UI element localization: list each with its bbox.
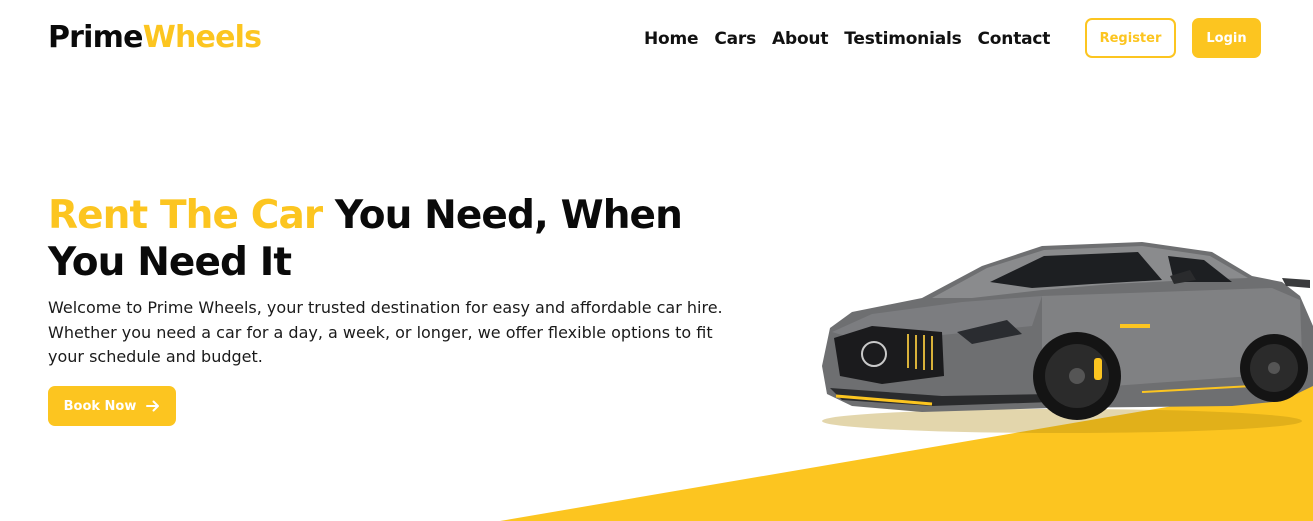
site-header: PrimeWheels Home Cars About Testimonials… bbox=[0, 0, 1313, 78]
brand-logo[interactable]: PrimeWheels bbox=[48, 19, 262, 57]
nav-link-contact[interactable]: Contact bbox=[978, 27, 1051, 51]
hero-title-accent: Rent The Car bbox=[48, 193, 323, 238]
book-now-button[interactable]: Book Now bbox=[48, 386, 176, 426]
book-now-label: Book Now bbox=[63, 398, 137, 414]
brand-name-part1: Prime bbox=[48, 20, 143, 55]
nav-link-about[interactable]: About bbox=[772, 27, 828, 51]
brand-name-part2: Wheels bbox=[142, 20, 262, 55]
main-nav: Home Cars About Testimonials Contact bbox=[644, 27, 1066, 51]
nav-link-home[interactable]: Home bbox=[644, 27, 699, 51]
arrow-right-icon bbox=[146, 399, 160, 413]
sports-car-image bbox=[822, 242, 1313, 433]
hero-title: Rent The Car You Need, When You Need It bbox=[48, 192, 728, 286]
hero-description: Welcome to Prime Wheels, your trusted de… bbox=[48, 298, 723, 366]
login-button[interactable]: Login bbox=[1192, 18, 1261, 58]
register-button[interactable]: Register bbox=[1085, 18, 1176, 58]
nav-link-cars[interactable]: Cars bbox=[714, 27, 756, 51]
nav-link-testimonials[interactable]: Testimonials bbox=[844, 27, 961, 51]
